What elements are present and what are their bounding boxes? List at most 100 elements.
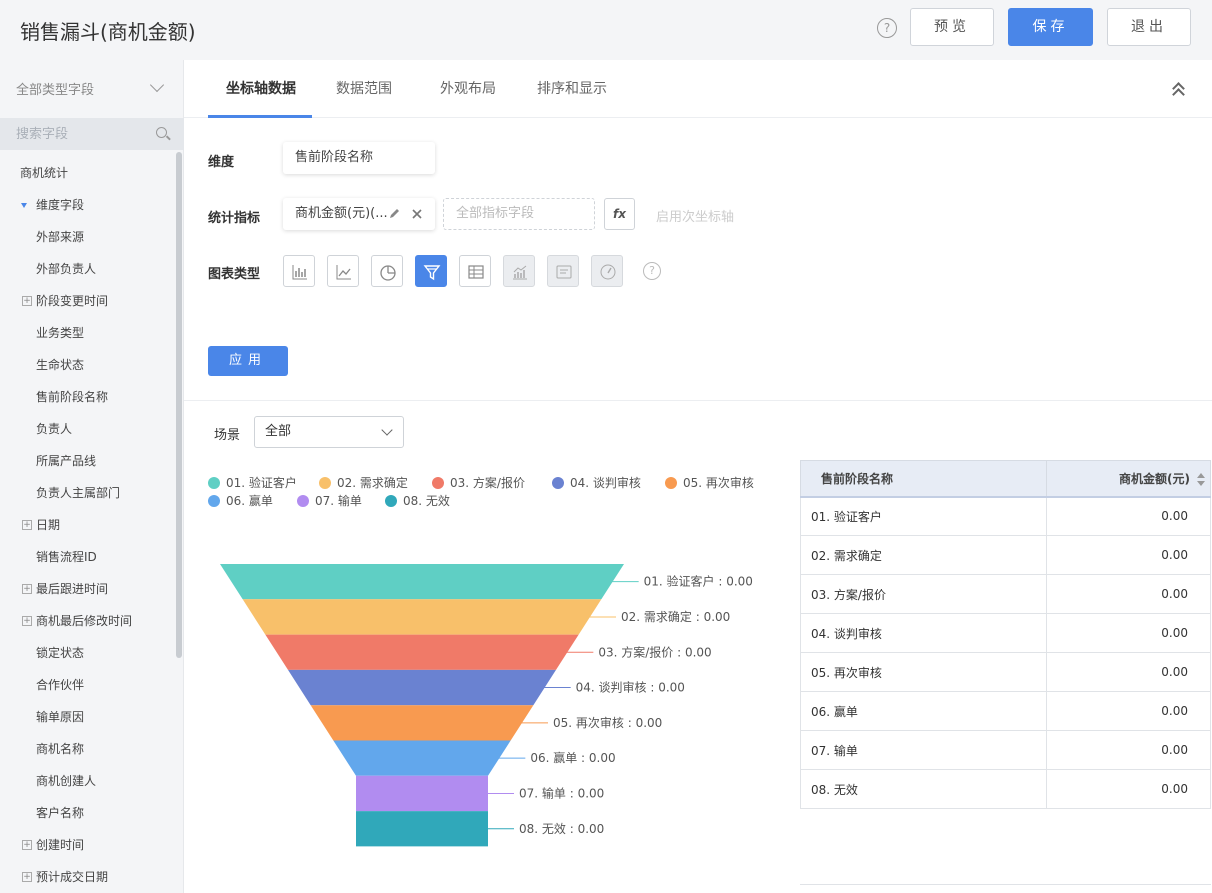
expand-plus-icon[interactable]: +: [22, 840, 32, 850]
help-icon[interactable]: ?: [877, 18, 897, 38]
page-title: 销售漏斗(商机金额): [20, 20, 196, 44]
funnel-segment[interactable]: [356, 775, 488, 812]
funnel-segment[interactable]: [265, 634, 579, 670]
gauge-chart-button[interactable]: [591, 255, 623, 287]
caret-down-icon[interactable]: [21, 203, 27, 208]
pie-chart-button[interactable]: [371, 255, 403, 287]
sidebar-field-item[interactable]: 维度字段: [0, 195, 176, 215]
expand-plus-icon[interactable]: +: [22, 520, 32, 530]
sidebar-field-item[interactable]: 售前阶段名称: [0, 387, 176, 407]
chevron-down-icon[interactable]: [149, 77, 165, 93]
table-row[interactable]: 06. 赢单 0.00: [800, 691, 1211, 731]
sidebar-field-item[interactable]: 最后跟进时间 +: [0, 579, 176, 599]
table-cell-amount: 0.00: [1046, 730, 1211, 770]
active-tab-indicator: [208, 115, 312, 118]
combo-chart-icon: [513, 265, 527, 280]
sidebar-field-item[interactable]: 客户名称: [0, 803, 176, 823]
tab-sort-display[interactable]: 排序和显示: [537, 78, 607, 98]
funnel-segment[interactable]: [220, 564, 624, 600]
text-card-icon: [556, 265, 572, 279]
save-button[interactable]: 保存: [1008, 8, 1093, 46]
formula-button[interactable]: fx: [604, 198, 635, 230]
tab-axis-data[interactable]: 坐标轴数据: [226, 78, 296, 98]
line-chart-button[interactable]: [327, 255, 359, 287]
dimension-label: 维度: [208, 155, 235, 170]
edit-icon[interactable]: [389, 208, 400, 219]
legend-label: 01. 验证客户: [226, 476, 297, 490]
sidebar-field-item[interactable]: 预计成交日期 +: [0, 867, 176, 887]
sidebar-field-item[interactable]: 商机创建人: [0, 771, 176, 791]
sidebar-field-item[interactable]: 生命状态: [0, 355, 176, 375]
table-row[interactable]: 07. 输单 0.00: [800, 730, 1211, 770]
sidebar-field-item[interactable]: 商机统计: [0, 163, 176, 183]
chart-help-icon[interactable]: ?: [643, 262, 661, 280]
expand-plus-icon[interactable]: +: [22, 616, 32, 626]
sidebar-field-item[interactable]: 负责人: [0, 419, 176, 439]
apply-button[interactable]: 应用: [208, 346, 288, 376]
funnel-segment[interactable]: [356, 811, 488, 847]
table-cell-amount: 0.00: [1046, 613, 1211, 653]
sidebar-field-item[interactable]: 锁定状态: [0, 643, 176, 663]
table-row[interactable]: 03. 方案/报价 0.00: [800, 574, 1211, 614]
metric-label: 统计指标: [208, 211, 261, 226]
collapse-up-icon[interactable]: [1172, 80, 1186, 101]
close-icon[interactable]: [412, 209, 422, 219]
table-cell-stage: 07. 输单: [800, 730, 1047, 770]
tab-data-range[interactable]: 数据范围: [336, 78, 392, 98]
table-chart-button[interactable]: [459, 255, 491, 287]
column-header-amount[interactable]: 商机金额(元): [1046, 460, 1211, 498]
table-row[interactable]: 01. 验证客户 0.00: [800, 496, 1211, 536]
secondary-axis-toggle[interactable]: 启用次坐标轴: [656, 206, 734, 225]
search-input[interactable]: [0, 118, 150, 150]
table-cell-stage: 03. 方案/报价: [800, 574, 1047, 614]
legend-swatch: [665, 477, 677, 489]
sidebar-field-label: 商机创建人: [36, 774, 97, 788]
expand-plus-icon[interactable]: +: [22, 872, 32, 882]
metric-add-input[interactable]: 全部指标字段: [443, 198, 595, 230]
sidebar-field-item[interactable]: 所属产品线: [0, 451, 176, 471]
exit-button[interactable]: 退出: [1107, 8, 1191, 46]
bar-chart-button[interactable]: [283, 255, 315, 287]
sidebar-field-item[interactable]: 合作伙伴: [0, 675, 176, 695]
sidebar-field-item[interactable]: 商机最后修改时间 +: [0, 611, 176, 631]
sort-icon[interactable]: [1197, 473, 1205, 487]
dimension-chip[interactable]: 售前阶段名称: [283, 142, 435, 174]
text-card-button[interactable]: [547, 255, 579, 287]
sidebar-field-item[interactable]: 输单原因: [0, 707, 176, 727]
table-body: 01. 验证客户 0.00 02. 需求确定 0.00 03. 方案/报价 0.00 04.…: [800, 496, 1211, 809]
table-cell-stage: 01. 验证客户: [800, 496, 1047, 536]
sidebar-field-item[interactable]: 商机名称: [0, 739, 176, 759]
combo-chart-button[interactable]: [503, 255, 535, 287]
legend-swatch: [432, 477, 444, 489]
expand-plus-icon[interactable]: +: [22, 584, 32, 594]
sidebar-field-item[interactable]: 外部负责人: [0, 259, 176, 279]
expand-plus-icon[interactable]: +: [22, 296, 32, 306]
table-row[interactable]: 05. 再次审核 0.00: [800, 652, 1211, 692]
funnel-chart-button[interactable]: [415, 255, 447, 287]
table-cell-amount: 0.00: [1046, 652, 1211, 692]
funnel-segment[interactable]: [333, 740, 511, 776]
field-type-select[interactable]: 全部类型字段: [16, 79, 94, 98]
sidebar-field-item[interactable]: 负责人主属部门: [0, 483, 176, 503]
scene-select[interactable]: 全部: [254, 416, 404, 448]
table-row[interactable]: 02. 需求确定 0.00: [800, 535, 1211, 575]
line-chart-icon: [336, 265, 351, 280]
sidebar-field-item[interactable]: 销售流程ID: [0, 547, 176, 567]
table-row[interactable]: 04. 谈判审核 0.00: [800, 613, 1211, 653]
sidebar-field-item[interactable]: 日期 +: [0, 515, 176, 535]
sidebar-field-item[interactable]: 外部来源: [0, 227, 176, 247]
tab-appearance[interactable]: 外观布局: [440, 78, 496, 98]
metric-chip[interactable]: 商机金额(元)(...: [283, 198, 435, 230]
sidebar-field-item[interactable]: 创建时间 +: [0, 835, 176, 855]
sidebar-field-item[interactable]: 阶段变更时间 +: [0, 291, 176, 311]
funnel-segment[interactable]: [242, 599, 602, 635]
sidebar-scrollbar[interactable]: [176, 152, 182, 658]
column-header-stage[interactable]: 售前阶段名称: [800, 460, 1047, 498]
sidebar-field-item[interactable]: 业务类型: [0, 323, 176, 343]
config-tabs: 坐标轴数据 数据范围 外观布局 排序和显示: [184, 60, 1212, 118]
preview-button[interactable]: 预览: [910, 8, 994, 46]
funnel-segment[interactable]: [310, 705, 534, 741]
table-row[interactable]: 08. 无效 0.00: [800, 769, 1211, 809]
search-icon[interactable]: [156, 127, 167, 138]
funnel-segment[interactable]: [288, 669, 556, 706]
